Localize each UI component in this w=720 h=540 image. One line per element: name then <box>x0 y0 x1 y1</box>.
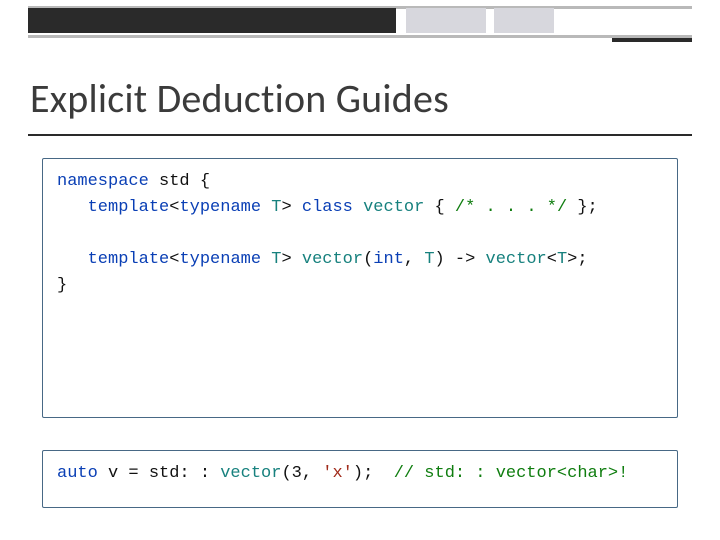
decor-chip <box>494 8 554 33</box>
type-vector: vector <box>302 250 363 269</box>
type-vector: vector <box>486 250 547 269</box>
decor-bar-dark <box>28 8 396 33</box>
code-text: namespace std { template<typename T> cla… <box>57 169 663 299</box>
slide-title: Explicit Deduction Guides <box>30 74 449 123</box>
kw-int: int <box>373 250 404 269</box>
code-block-example: auto v = std: : vector(3, 'x'); // std: … <box>42 450 678 508</box>
type-T: T <box>424 250 434 269</box>
slide: Explicit Deduction Guides namespace std … <box>0 0 720 540</box>
type-vector: vector <box>220 464 281 483</box>
kw-template: template <box>88 250 170 269</box>
type-T: T <box>271 250 281 269</box>
comment-line: // std: : vector<char>! <box>394 464 629 483</box>
code-block-main: namespace std { template<typename T> cla… <box>42 158 678 418</box>
kw-template: template <box>88 198 170 217</box>
kw-typename: typename <box>179 250 261 269</box>
type-T: T <box>271 198 281 217</box>
decor-line <box>28 35 692 38</box>
kw-typename: typename <box>179 198 261 217</box>
decor-chip <box>406 8 486 33</box>
char-literal: 'x' <box>322 464 353 483</box>
kw-namespace: namespace <box>57 172 149 191</box>
comment-block: /* . . . */ <box>455 198 567 217</box>
type-T: T <box>557 250 567 269</box>
type-vector: vector <box>363 198 424 217</box>
top-decor <box>28 18 692 50</box>
decor-bar-small <box>612 38 692 42</box>
kw-auto: auto <box>57 464 98 483</box>
title-underline <box>28 134 692 136</box>
code-text: auto v = std: : vector(3, 'x'); // std: … <box>57 461 663 487</box>
kw-class: class <box>302 198 353 217</box>
